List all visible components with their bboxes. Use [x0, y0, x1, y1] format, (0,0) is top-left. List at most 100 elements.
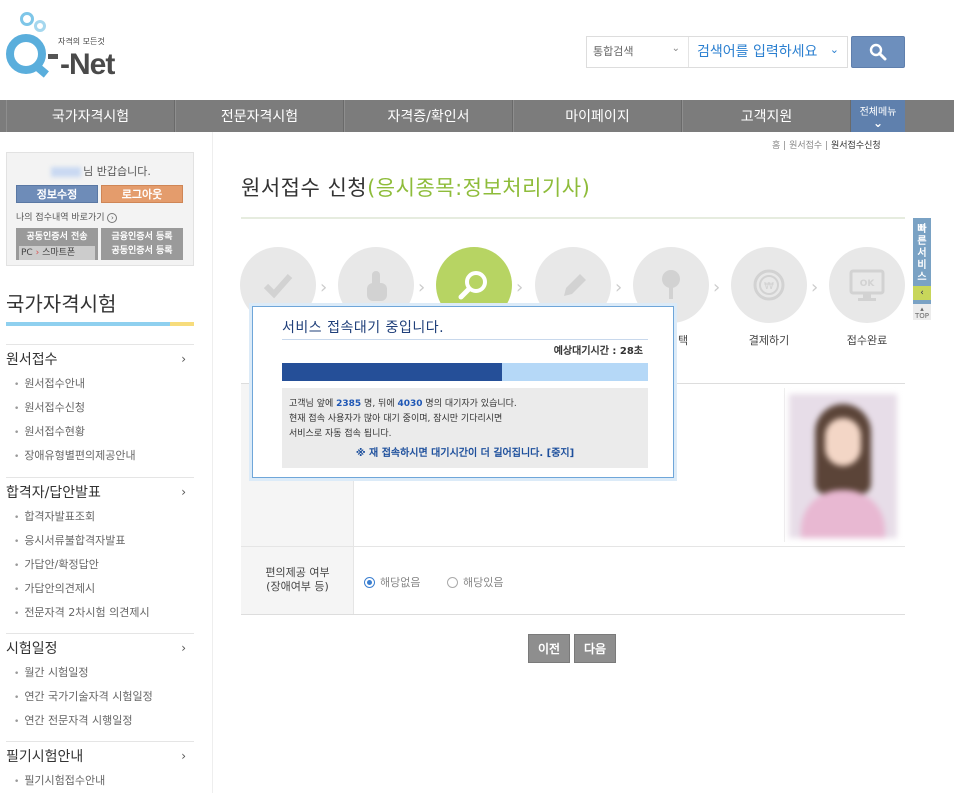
modal-message: 고객님 앞에 2385 명, 뒤에 4030 명의 대기자가 있습니다. 현재 …: [282, 388, 648, 468]
search-category-value: 통합검색: [593, 45, 634, 58]
menu-item[interactable]: 응시서류불합격자발표: [6, 529, 194, 553]
breadcrumb-current: 원서접수신청: [831, 141, 881, 151]
menu-item[interactable]: 연간 국가기술자격 시험일정: [6, 685, 194, 709]
logo-text: -Net: [60, 48, 115, 81]
prev-button[interactable]: 이전: [528, 634, 570, 663]
chevron-right-icon: ›: [713, 277, 721, 298]
cert-register-button[interactable]: 금융인증서 등록 공동인증서 등록: [101, 228, 183, 260]
menu-head-schedule[interactable]: 시험일정 ›: [6, 633, 194, 661]
menu-item[interactable]: 가답안/확정답안: [6, 553, 194, 577]
coin-icon: ₩: [753, 269, 785, 301]
radio-not-applicable[interactable]: 해당없음: [364, 574, 420, 590]
cert-register-line1: 금융인증서 등록: [111, 232, 173, 242]
estimated-wait: 예상대기시간 : 28초: [553, 346, 643, 357]
reconnect-warning[interactable]: ※ 재 접속하시면 대기시간이 더 길어집니다. [중지]: [289, 446, 648, 461]
chevron-down-icon[interactable]: ⌄: [830, 43, 839, 56]
logo-bubble-small-icon: [34, 20, 46, 32]
radio-label: 해당없음: [380, 576, 421, 589]
greeting-text: 님 반갑습니다.: [83, 165, 151, 178]
menu-item[interactable]: 가답안의견제시: [6, 577, 194, 601]
logo-bubble-icon: [20, 12, 34, 26]
chevron-right-icon: ›: [516, 277, 524, 298]
chevron-left-icon[interactable]: ‹: [913, 286, 931, 300]
breadcrumb-home[interactable]: 홈: [772, 141, 780, 151]
page-title-subject: (응시종목:정보처리기사): [367, 176, 591, 200]
menu-item[interactable]: 합격자발표조회: [6, 505, 194, 529]
queue-line: 고객님 앞에 2385 명, 뒤에 4030 명의 대기자가 있습니다.: [289, 397, 648, 412]
logout-button[interactable]: 로그아웃: [101, 185, 183, 203]
search-icon: [869, 43, 887, 61]
search-button[interactable]: [851, 36, 905, 68]
title-underline: [241, 217, 905, 219]
pencil-icon: [564, 274, 586, 296]
radio-applicable[interactable]: 해당있음: [447, 574, 503, 590]
chevron-right-icon: ›: [181, 351, 186, 366]
edit-info-button[interactable]: 정보수정: [16, 185, 98, 203]
menu-head-application[interactable]: 원서접수 ›: [6, 344, 194, 372]
history-link[interactable]: 나의 접수내역 바로가기 ›: [16, 210, 118, 223]
nav-mypage[interactable]: 마이페이지: [513, 100, 682, 132]
cert-send-phone: 스마트폰: [42, 248, 76, 258]
menu-item[interactable]: 장애유형별편의제공안내: [6, 444, 194, 468]
cert-register-line2: 공동인증서 등록: [111, 246, 173, 256]
chevron-right-icon: ›: [107, 213, 118, 223]
page-title: 원서접수 신청(응시종목:정보처리기사): [241, 172, 590, 202]
search-category-select[interactable]: 통합검색 ⌄: [587, 37, 689, 67]
menu-item[interactable]: 원서접수신청: [6, 396, 194, 420]
top-label: TOP: [914, 312, 929, 320]
step-7: OK: [829, 247, 905, 323]
page-title-text: 원서접수 신청: [241, 176, 368, 200]
menu-head-label: 시험일정: [6, 640, 58, 657]
chevron-right-icon: ›: [320, 277, 328, 298]
menu-head-results[interactable]: 합격자/답안발표 ›: [6, 477, 194, 505]
scroll-top-button[interactable]: ▴ TOP: [913, 304, 931, 320]
breadcrumb-sep: |: [783, 141, 787, 151]
login-box: 님 반갑습니다. 정보수정 로그아웃 나의 접수내역 바로가기 › 공동인증서 …: [6, 152, 194, 266]
wait-progress-bar: [282, 363, 648, 381]
cert-send-sub: PC › 스마트폰: [19, 246, 95, 260]
radio-circle-checked[interactable]: [364, 576, 375, 588]
nav-certificate[interactable]: 자격증/확인서: [344, 100, 513, 132]
menu-head-label: 원서접수: [6, 351, 58, 368]
queue-behind-count: 4030: [397, 399, 423, 409]
svg-text:₩: ₩: [764, 281, 774, 292]
chevron-down-icon: ⌄: [671, 43, 680, 54]
menu-item[interactable]: 연간 전문자격 시행일정: [6, 709, 194, 733]
breadcrumb-level1[interactable]: 원서접수: [789, 141, 822, 151]
cert-send-pc: PC: [21, 248, 33, 258]
menu-item[interactable]: 월간 시험일정: [6, 661, 194, 685]
applicant-photo: [789, 394, 897, 538]
nav-professional-exam[interactable]: 전문자격시험: [175, 100, 344, 132]
modal-title: 서비스 접속대기 중입니다.: [282, 320, 445, 336]
search-input[interactable]: [691, 37, 841, 67]
svg-text:OK: OK: [860, 279, 876, 289]
all-menu-button[interactable]: 전체메뉴 ⌄: [851, 100, 905, 132]
cert-send-button[interactable]: 공동인증서 전송 PC › 스마트폰: [16, 228, 98, 260]
radio-label: 해당있음: [463, 576, 504, 589]
accommodation-label-line1: 편의제공 여부: [265, 566, 330, 579]
modal-divider: [282, 339, 648, 340]
check-icon: [263, 274, 293, 299]
menu-item[interactable]: 원서접수현황: [6, 420, 194, 444]
menu-head-written[interactable]: 필기시험안내 ›: [6, 741, 194, 769]
menu-item[interactable]: 원서접수안내: [6, 372, 194, 396]
menu-item[interactable]: 전문자격 2차시험 의견제시: [6, 601, 194, 625]
menu-item[interactable]: 필기시험접수안내: [6, 769, 194, 793]
chevron-down-icon: ⌄: [872, 116, 884, 130]
next-button[interactable]: 다음: [574, 634, 616, 663]
step-label-complete: 접수완료: [846, 334, 888, 347]
chevron-right-icon: ›: [418, 277, 426, 298]
wait-progress-fill: [282, 363, 502, 381]
chevron-right-icon: ›: [615, 277, 623, 298]
menu-head-label: 필기시험안내: [6, 748, 84, 765]
qnet-logo[interactable]: 자격의 모든것 -Net: [6, 12, 116, 82]
breadcrumb: 홈 | 원서접수 | 원서접수신청: [772, 138, 881, 151]
breadcrumb-sep: |: [825, 141, 829, 151]
sidebar-section-title: 국가자격시험: [6, 292, 117, 316]
nav-customer-support[interactable]: 고객지원: [682, 100, 851, 132]
applicant-photo-cell: [784, 388, 900, 542]
menu-group-written: 필기시험안내 › 필기시험접수안내: [6, 741, 194, 793]
nav-national-exam[interactable]: 국가자격시험: [6, 100, 175, 132]
search-icon: [458, 271, 487, 300]
radio-circle[interactable]: [447, 576, 458, 588]
